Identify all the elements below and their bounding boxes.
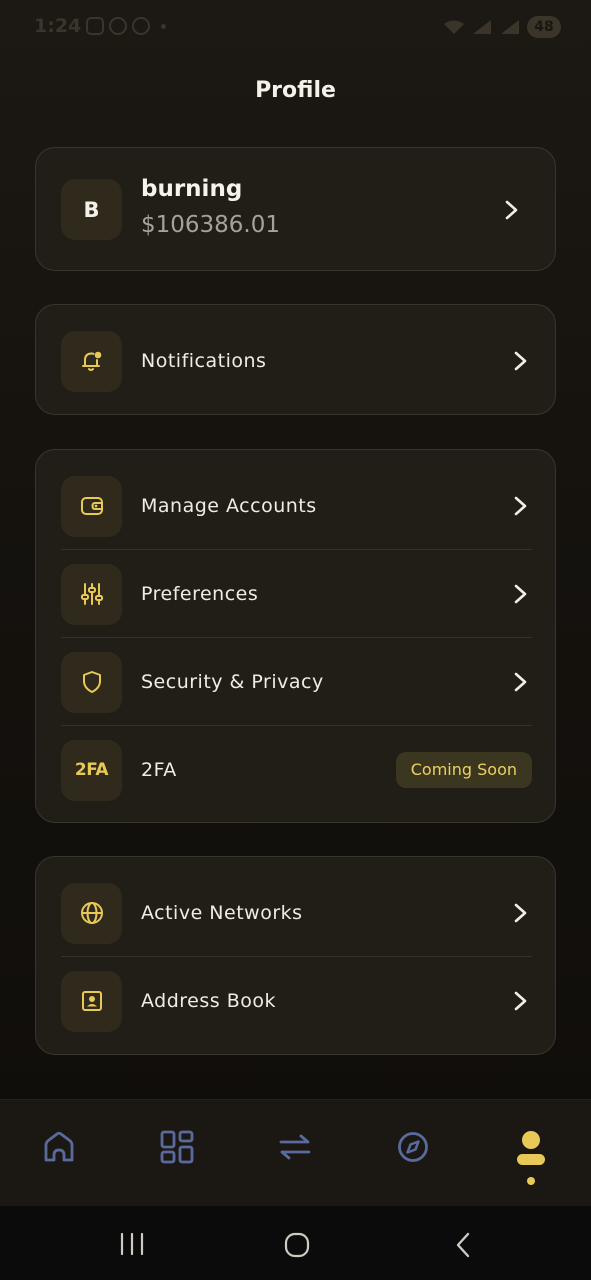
status-time: 1:24: [34, 15, 82, 37]
whatsapp-business-icon: [132, 17, 150, 35]
coming-soon-badge: Coming Soon: [395, 752, 532, 788]
manage-accounts-label: Manage Accounts: [141, 495, 317, 517]
twofa-row: 2FA 2FA Coming Soon: [61, 726, 532, 814]
globe-icon: [80, 902, 103, 924]
wifi-icon: [444, 20, 464, 34]
address-book-icon-tile: [61, 970, 122, 1032]
chevron-right-icon: [514, 351, 527, 371]
recent-apps-icon[interactable]: [118, 1232, 146, 1256]
contact-book-icon: [81, 991, 102, 1011]
chevron-right-icon: [514, 584, 527, 604]
network-group-card: Active Networks Address Book: [35, 856, 556, 1055]
security-privacy-label: Security & Privacy: [141, 671, 324, 693]
active-networks-label: Active Networks: [141, 902, 303, 924]
apps-grid-icon: [160, 1130, 194, 1164]
status-bar: 1:24 48: [0, 0, 591, 56]
sliders-icon: [80, 583, 103, 605]
status-system-icons: 48: [443, 16, 561, 38]
chevron-right-icon: [514, 672, 527, 692]
preferences-icon-tile: [61, 563, 122, 625]
security-privacy-row[interactable]: Security & Privacy: [61, 638, 532, 726]
account-name: burning: [141, 176, 243, 202]
active-networks-icon-tile: [61, 882, 122, 944]
profile-icon: [517, 1131, 545, 1185]
notifications-icon-tile: [61, 330, 122, 392]
chevron-right-icon: [514, 903, 527, 923]
gallery-notification-icon: [86, 17, 104, 35]
bell-icon: [81, 351, 101, 371]
manage-accounts-row[interactable]: Manage Accounts: [61, 462, 532, 550]
twofa-icon-text: 2FA: [74, 760, 109, 780]
active-networks-row[interactable]: Active Networks: [61, 869, 532, 957]
signal-icon: [501, 20, 519, 34]
more-notifications-dot: [161, 23, 166, 29]
address-book-row[interactable]: Address Book: [61, 957, 532, 1045]
notifications-row[interactable]: Notifications: [61, 317, 532, 405]
page-title: Profile: [255, 78, 336, 103]
compass-icon: [398, 1132, 428, 1162]
account-balance: $106386.01: [141, 212, 281, 238]
twofa-icon-tile: 2FA: [61, 739, 122, 801]
notifications-card: Notifications: [35, 304, 556, 415]
nav-explore[interactable]: [389, 1128, 437, 1178]
avatar-letter: B: [83, 197, 100, 222]
security-icon-tile: [61, 651, 122, 713]
whatsapp-icon: [109, 17, 127, 35]
nav-home[interactable]: [35, 1128, 83, 1178]
signal-icon: [473, 20, 491, 34]
twofa-label: 2FA: [141, 759, 177, 781]
manage-accounts-icon-tile: [61, 475, 122, 537]
chevron-right-icon: [505, 200, 518, 220]
shield-icon: [82, 671, 101, 693]
chevron-right-icon: [514, 496, 527, 516]
home-button-icon[interactable]: [283, 1231, 311, 1259]
nav-apps[interactable]: [153, 1128, 201, 1178]
avatar: B: [61, 179, 122, 240]
notifications-label: Notifications: [141, 350, 267, 372]
settings-group-card: Manage Accounts Preferences Security & P…: [35, 449, 556, 823]
status-notification-icons: [86, 17, 166, 35]
chevron-right-icon: [514, 991, 527, 1011]
wallet-icon: [80, 497, 103, 515]
preferences-label: Preferences: [141, 583, 259, 605]
nav-profile[interactable]: [507, 1128, 555, 1188]
back-icon[interactable]: [452, 1231, 474, 1259]
nav-swap[interactable]: [271, 1128, 319, 1178]
system-nav-bar: [0, 1206, 591, 1280]
bottom-nav: [0, 1099, 591, 1206]
battery-indicator: 48: [527, 16, 561, 38]
preferences-row[interactable]: Preferences: [61, 550, 532, 638]
home-icon: [44, 1131, 74, 1162]
address-book-label: Address Book: [141, 990, 276, 1012]
swap-arrows-icon: [279, 1134, 311, 1160]
account-card[interactable]: B burning $106386.01: [35, 147, 556, 271]
